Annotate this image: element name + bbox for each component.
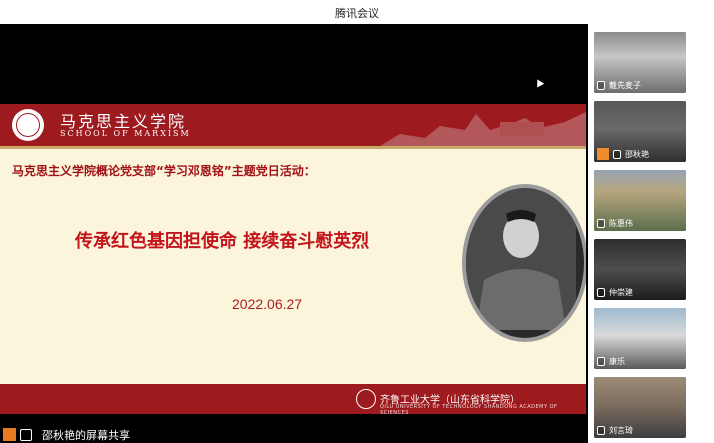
participant-tile[interactable]: 刘言琦 bbox=[594, 377, 686, 438]
architecture-art-icon bbox=[380, 112, 586, 146]
slide-header: 马克思主义学院 SCHOOL OF MARXISM bbox=[0, 104, 586, 146]
mic-icon bbox=[597, 81, 605, 90]
participant-name: 戴先麦子 bbox=[609, 81, 641, 90]
participant-tile[interactable]: 戴先麦子 bbox=[594, 32, 686, 93]
footer-seal-icon bbox=[356, 389, 376, 409]
avatar-icon bbox=[3, 428, 16, 441]
participant-tile[interactable]: 康乐 bbox=[594, 308, 686, 369]
slide-subject: 马克思主义学院概论党支部“学习邓恩铭”主题党日活动： bbox=[12, 164, 316, 178]
title-bar: 腾讯会议 bbox=[0, 0, 714, 25]
participant-panel: 戴先麦子 邵秋艳 陈惠伟 仲崇建 康乐 刘言琦 bbox=[588, 24, 714, 443]
mic-icon bbox=[613, 149, 621, 159]
participant-name: 仲崇建 bbox=[609, 288, 633, 297]
share-label: 邵秋艳的屏幕共享 bbox=[42, 429, 130, 442]
slide-date: 2022.06.27 bbox=[232, 296, 303, 312]
presentation-slide: 马克思主义学院 SCHOOL OF MARXISM 马克思主义学院概论党支部“学… bbox=[0, 104, 586, 414]
university-seal-icon bbox=[12, 109, 44, 141]
slide-headline: 传承红色基因担使命 接续奋斗慰英烈 bbox=[75, 231, 370, 252]
mic-icon bbox=[597, 288, 605, 297]
participant-name: 刘言琦 bbox=[609, 426, 633, 435]
slide-footer: 齐鲁工业大学（山东省科学院） QILU UNIVERSITY OF TECHNO… bbox=[0, 384, 586, 414]
mic-icon bbox=[597, 219, 605, 228]
portrait-photo bbox=[462, 184, 586, 342]
slide-divider bbox=[0, 146, 586, 149]
participant-tile[interactable]: 仲崇建 bbox=[594, 239, 686, 300]
mic-icon bbox=[597, 357, 605, 366]
mic-icon bbox=[597, 426, 605, 435]
avatar-icon bbox=[597, 148, 609, 160]
window-title: 腾讯会议 bbox=[335, 7, 379, 20]
share-bar: 邵秋艳的屏幕共享 bbox=[0, 425, 588, 443]
portrait-figure-icon bbox=[466, 188, 576, 330]
slide-header-subtitle: SCHOOL OF MARXISM bbox=[60, 129, 191, 138]
participant-name: 邵秋艳 bbox=[625, 149, 649, 159]
shared-screen: 马克思主义学院 SCHOOL OF MARXISM 马克思主义学院概论党支部“学… bbox=[0, 24, 588, 443]
participant-tile[interactable]: 陈惠伟 bbox=[594, 170, 686, 231]
participant-name: 陈惠伟 bbox=[609, 219, 633, 228]
screen-share-icon bbox=[20, 429, 32, 441]
participant-tile[interactable]: 邵秋艳 bbox=[594, 101, 686, 162]
mouse-pointer-icon bbox=[533, 77, 545, 88]
slide-footer-subtitle: QILU UNIVERSITY OF TECHNOLOGY SHANDONG A… bbox=[380, 404, 558, 414]
participant-name: 康乐 bbox=[609, 357, 625, 366]
